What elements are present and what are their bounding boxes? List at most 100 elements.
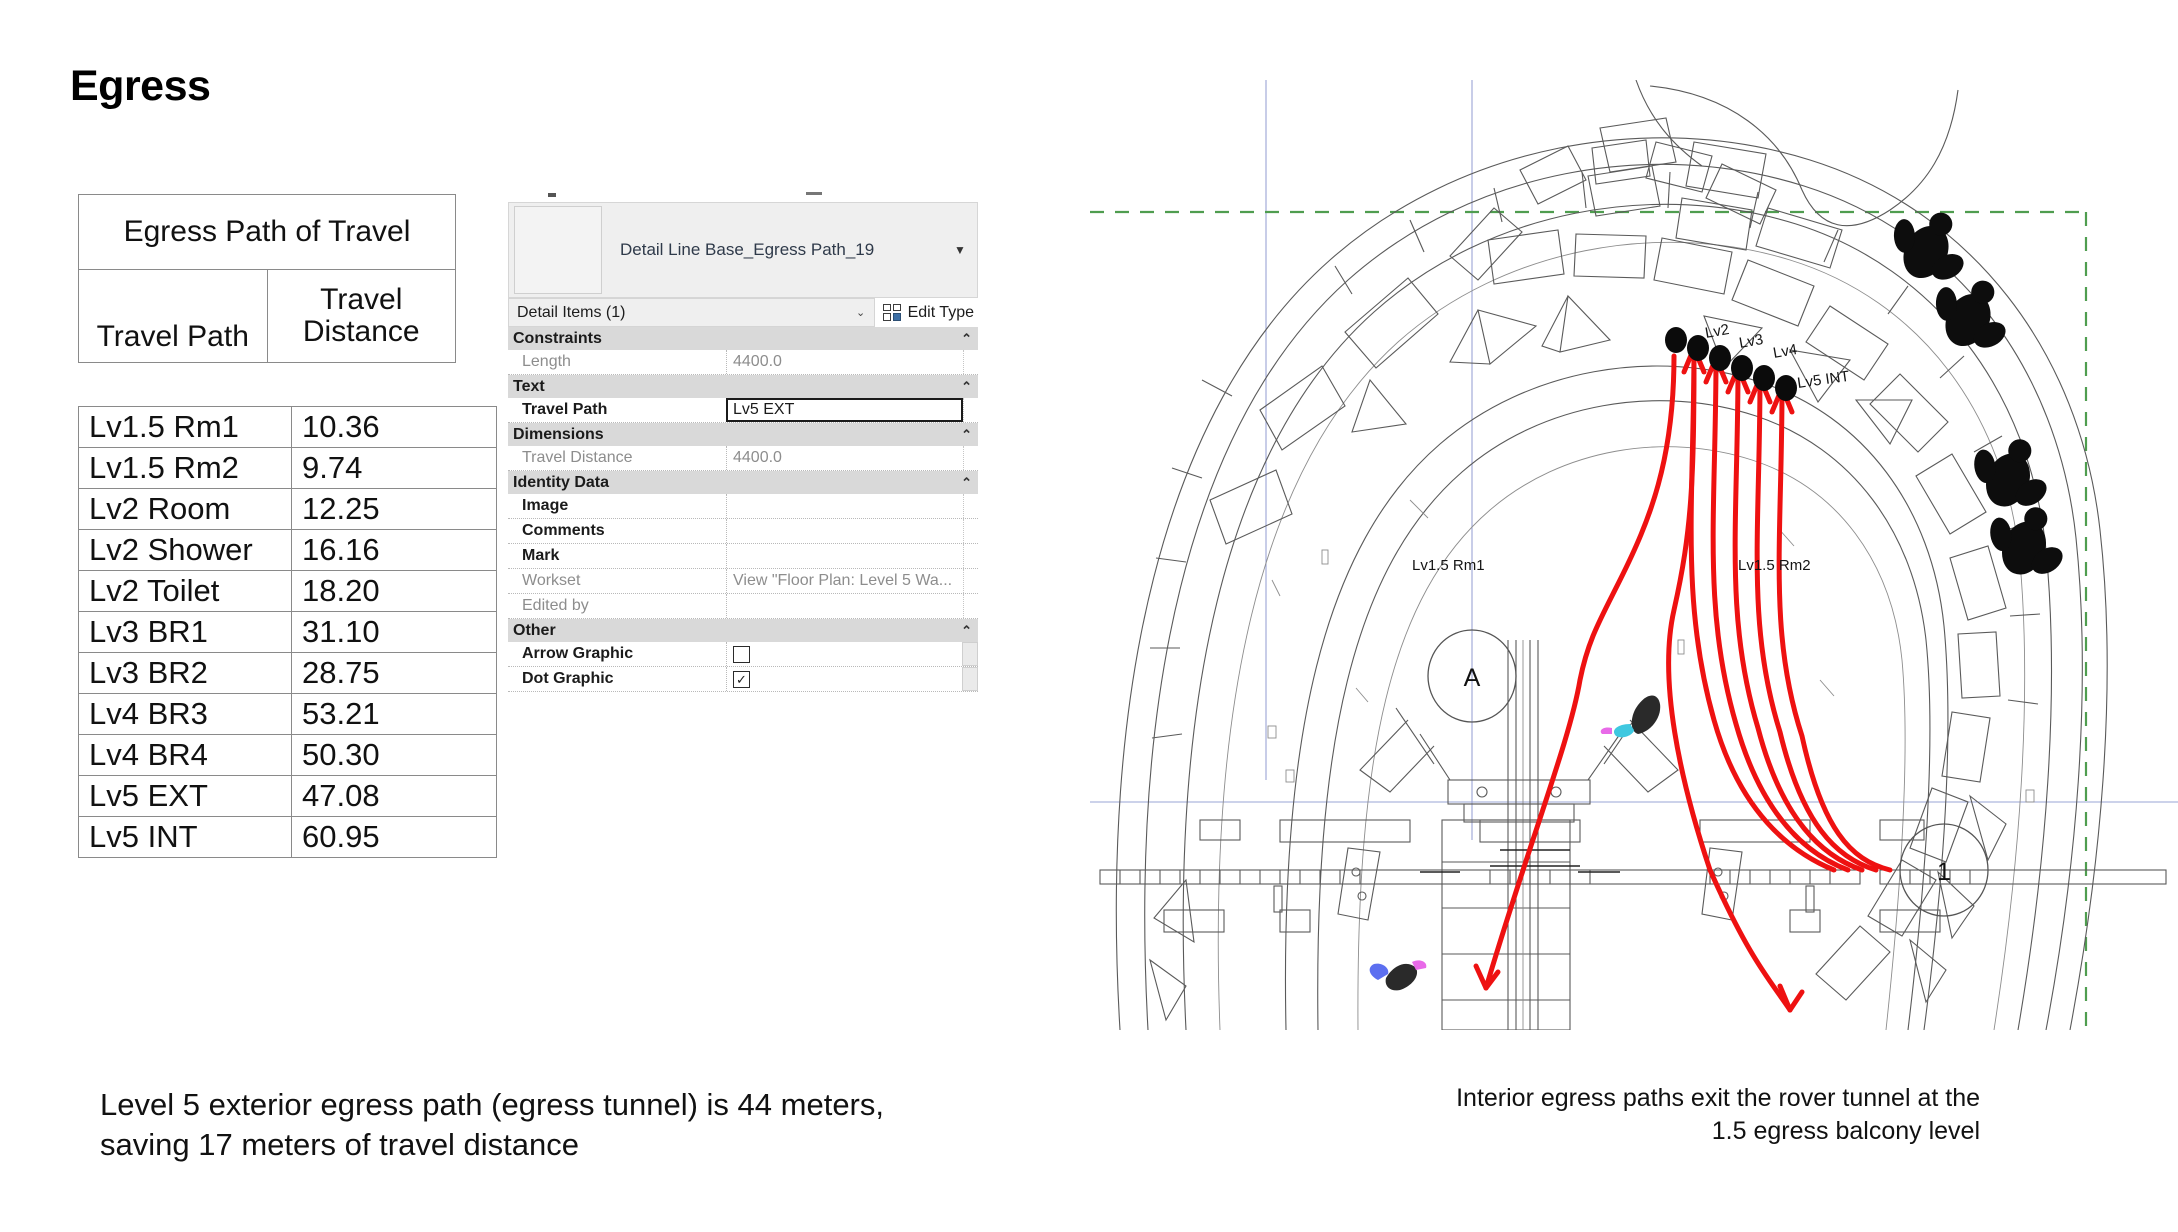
table-row: Lv4 BR3 53.21: [78, 693, 497, 735]
column-header-travel-distance: Travel Distance: [266, 269, 456, 363]
property-row-grip[interactable]: [963, 594, 978, 618]
property-row[interactable]: Workset View "Floor Plan: Level 5 Wa...: [508, 569, 978, 594]
property-row[interactable]: Travel Distance 4400.0: [508, 446, 978, 471]
property-value[interactable]: Lv5 EXT: [726, 398, 963, 422]
cell-travel-path: Lv1.5 Rm2: [78, 447, 292, 489]
property-section-header[interactable]: Text ⌃: [508, 375, 978, 398]
table-row: Lv2 Toilet 18.20: [78, 570, 497, 612]
property-value[interactable]: [726, 594, 963, 618]
cell-travel-distance: 50.30: [291, 734, 497, 776]
chevron-up-icon[interactable]: ⌃: [961, 623, 972, 639]
column-header-line2: Distance: [302, 315, 420, 348]
column-header-travel-path: Travel Path: [78, 269, 268, 363]
property-row[interactable]: Dot Graphic ✓: [508, 667, 978, 692]
property-sections: Constraints ⌃ Length 4400.0 Text ⌃ Travel Path…: [508, 327, 978, 692]
property-row[interactable]: Travel Path Lv5 EXT: [508, 398, 978, 423]
property-label: Workset: [522, 572, 581, 589]
chevron-up-icon[interactable]: ⌃: [961, 475, 972, 491]
property-value[interactable]: View "Floor Plan: Level 5 Wa...: [726, 569, 963, 593]
category-select[interactable]: Detail Items (1) ⌄: [508, 298, 875, 327]
cell-travel-path: Lv2 Shower: [78, 529, 292, 571]
property-row[interactable]: Comments: [508, 519, 978, 544]
cell-travel-distance: 18.20: [291, 570, 497, 612]
property-value[interactable]: [726, 519, 963, 543]
cell-travel-distance: 9.74: [291, 447, 497, 489]
table-row: Lv2 Shower 16.16: [78, 529, 497, 571]
property-label: Comments: [522, 522, 605, 539]
property-row-grip[interactable]: [963, 544, 978, 568]
property-row-grip[interactable]: [963, 398, 978, 422]
property-row-grip[interactable]: [963, 569, 978, 593]
property-value[interactable]: [726, 544, 963, 568]
property-row[interactable]: Arrow Graphic: [508, 642, 978, 667]
chevron-up-icon[interactable]: ⌃: [961, 379, 972, 395]
property-row-grip[interactable]: [963, 350, 978, 374]
egress-endpoint-dot: [1665, 327, 1687, 353]
property-section-header[interactable]: Dimensions ⌃: [508, 423, 978, 446]
cell-travel-path: Lv4 BR3: [78, 693, 292, 735]
property-label: Dot Graphic: [522, 670, 614, 687]
property-section-header[interactable]: Other ⌃: [508, 619, 978, 642]
cell-travel-path: Lv2 Toilet: [78, 570, 292, 612]
property-value[interactable]: [726, 494, 963, 518]
table-row: Lv3 BR1 31.10: [78, 611, 497, 653]
svg-text:1: 1: [1937, 858, 1951, 886]
cell-travel-distance: 47.08: [291, 775, 497, 817]
cad-floor-plan-view[interactable]: A 1 Lv2 Lv3 Lv4 Lv5 INT Lv1.5 Rm1 Lv1.5 …: [1090, 80, 2178, 1030]
table-row: Lv5 EXT 47.08: [78, 775, 497, 817]
property-row[interactable]: Length 4400.0: [508, 350, 978, 375]
cell-travel-path: Lv3 BR1: [78, 611, 292, 653]
property-value[interactable]: 4400.0: [726, 350, 963, 374]
property-row[interactable]: Edited by: [508, 594, 978, 619]
cell-travel-distance: 60.95: [291, 816, 497, 858]
artifact-dot-icon: [548, 193, 556, 197]
property-row[interactable]: Image: [508, 494, 978, 519]
property-checkbox-cell[interactable]: [726, 642, 962, 666]
cell-travel-path: Lv1.5 Rm1: [78, 406, 292, 448]
edit-type-button[interactable]: Edit Type: [874, 298, 978, 327]
table-row: Lv2 Room 12.25: [78, 488, 497, 530]
property-checkbox-cell[interactable]: ✓: [726, 667, 962, 691]
person-icon: [1990, 507, 2063, 575]
property-row-grip[interactable]: [963, 519, 978, 543]
egress-endpoint-dot: [1753, 365, 1775, 391]
cad-label-lv15-rm2: Lv1.5 Rm2: [1738, 557, 1811, 574]
type-selector[interactable]: Detail Line Base_Egress Path_19 ▼: [508, 202, 978, 298]
cell-travel-distance: 31.10: [291, 611, 497, 653]
property-label: Travel Path: [522, 401, 608, 418]
egress-arrowheads: [1473, 345, 1805, 1013]
chevron-down-icon[interactable]: ⌄: [848, 306, 874, 319]
property-label: Mark: [522, 547, 560, 564]
cell-travel-distance: 16.16: [291, 529, 497, 571]
egress-path-lv5int: [1776, 385, 1893, 873]
egress-header-table: Egress Path of Travel Travel Path Travel…: [78, 194, 456, 363]
person-silhouettes: [1893, 212, 2063, 575]
property-row-grip[interactable]: [962, 667, 978, 691]
chevron-up-icon[interactable]: ⌃: [961, 427, 972, 443]
chevron-up-icon[interactable]: ⌃: [961, 331, 972, 347]
cad-label-lv5-int: Lv5 INT: [1796, 368, 1850, 392]
property-row-grip[interactable]: [962, 642, 978, 666]
central-core-shaft: [1441, 640, 1571, 1030]
cell-travel-distance: 10.36: [291, 406, 497, 448]
property-value[interactable]: 4400.0: [726, 446, 963, 470]
properties-palette: Detail Line Base_Egress Path_19 ▼ Detail…: [508, 188, 978, 692]
table-row: Lv4 BR4 50.30: [78, 734, 497, 776]
property-row-grip[interactable]: [963, 494, 978, 518]
hab-inner-ring: [1284, 365, 1949, 1030]
property-section-header[interactable]: Constraints ⌃: [508, 327, 978, 350]
egress-path-lv4b: [1754, 375, 1879, 873]
property-row-grip[interactable]: [963, 446, 978, 470]
checkbox-unchecked-icon[interactable]: [733, 645, 750, 663]
property-row[interactable]: Mark: [508, 544, 978, 569]
panel-top-artifacts: [508, 188, 978, 202]
checkbox-checked-icon[interactable]: ✓: [733, 670, 750, 688]
property-section-title: Other: [513, 621, 556, 639]
cell-travel-path: Lv5 INT: [78, 816, 292, 858]
type-preview-thumbnail: [514, 206, 602, 294]
property-section-header[interactable]: Identity Data ⌃: [508, 471, 978, 494]
chevron-down-icon[interactable]: ▼: [943, 243, 977, 257]
cell-travel-distance: 12.25: [291, 488, 497, 530]
cell-travel-path: Lv5 EXT: [78, 775, 292, 817]
page-title: Egress: [70, 62, 211, 110]
